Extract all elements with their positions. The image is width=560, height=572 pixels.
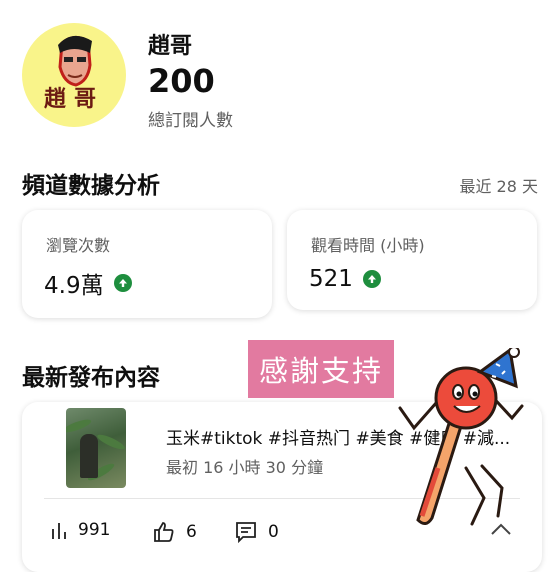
comment-icon bbox=[236, 522, 256, 544]
watch-time-label: 觀看時間 (小時) bbox=[311, 236, 425, 255]
up-arrow-icon bbox=[113, 274, 132, 292]
views-stat: 991 bbox=[50, 520, 110, 540]
watch-time-value-row: 521 bbox=[309, 266, 381, 292]
thanks-overlay: 感謝支持 bbox=[248, 340, 394, 398]
watch-time-value: 521 bbox=[309, 266, 353, 292]
comments-stat: 0 bbox=[234, 520, 279, 544]
views-card[interactable]: 瀏覽次數 4.9萬 bbox=[22, 210, 272, 318]
views-value-row: 4.9萬 bbox=[44, 266, 132, 300]
thumbs-up-icon bbox=[154, 522, 174, 542]
thermometer-mascot-sticker bbox=[398, 348, 524, 526]
views-value: 4.9萬 bbox=[44, 273, 104, 299]
channel-avatar[interactable]: 趙哥 bbox=[22, 23, 126, 127]
watch-time-card[interactable]: 觀看時間 (小時) 521 bbox=[287, 210, 537, 310]
bar-chart-icon bbox=[52, 523, 66, 539]
analytics-period[interactable]: 最近 28 天 bbox=[459, 173, 538, 197]
views-count: 991 bbox=[78, 520, 111, 540]
analytics-title: 頻道數據分析 bbox=[22, 173, 160, 199]
views-label: 瀏覽次數 bbox=[46, 236, 111, 255]
comments-count: 0 bbox=[268, 522, 279, 542]
channel-name: 趙哥 bbox=[148, 34, 193, 59]
likes-stat: 6 bbox=[152, 520, 197, 544]
latest-content-title: 最新發布內容 bbox=[22, 365, 160, 391]
video-thumbnail[interactable] bbox=[66, 408, 126, 488]
likes-count: 6 bbox=[186, 522, 197, 542]
video-time: 最初 16 小時 30 分鐘 bbox=[166, 458, 324, 477]
subscriber-label: 總訂閱人數 bbox=[148, 111, 233, 131]
subscriber-count: 200 bbox=[148, 62, 215, 100]
avatar-caption: 趙哥 bbox=[43, 86, 104, 112]
up-arrow-icon bbox=[362, 270, 381, 288]
